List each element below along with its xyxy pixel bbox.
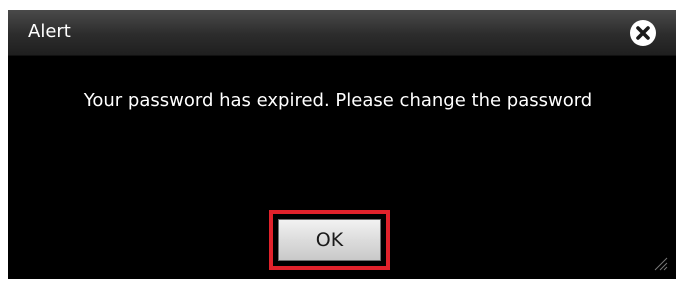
alert-message: Your password has expired. Please change… — [83, 90, 593, 111]
close-icon — [630, 20, 656, 46]
ok-button[interactable]: OK — [278, 219, 381, 261]
resize-grip-icon[interactable] — [652, 255, 668, 271]
ok-button-highlight: OK — [269, 210, 390, 270]
close-button[interactable] — [629, 19, 657, 47]
alert-dialog: Alert Your password has expired. Please … — [8, 10, 676, 279]
dialog-titlebar[interactable]: Alert — [8, 10, 676, 56]
dialog-title: Alert — [28, 21, 71, 42]
